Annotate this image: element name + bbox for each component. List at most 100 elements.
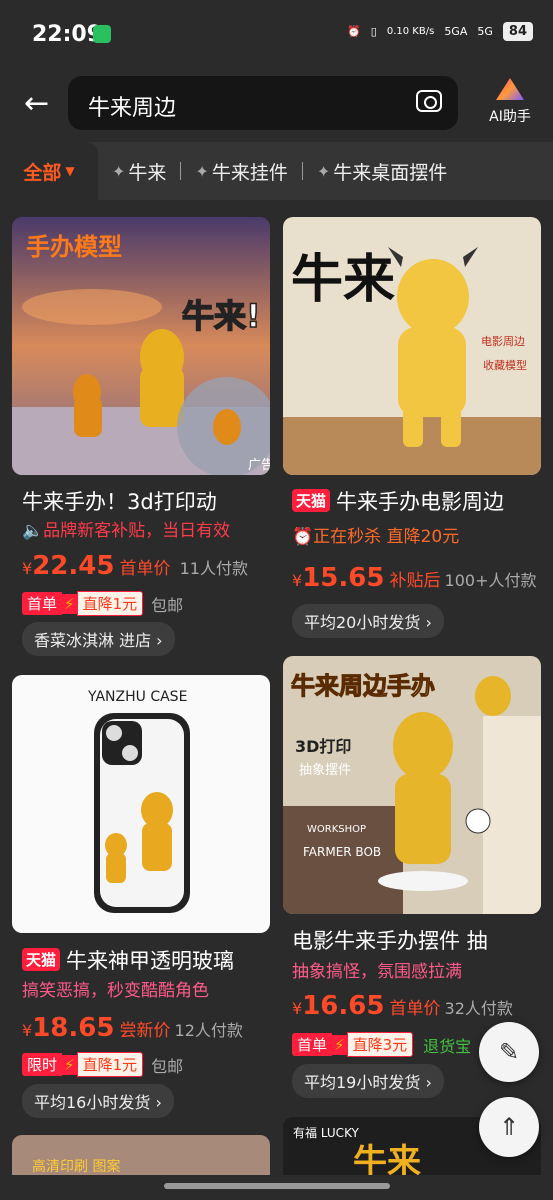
img3-text: YANZHU CASE [87, 689, 187, 705]
img4-tag2: 抽象摆件 [299, 763, 351, 778]
yen-symbol: ¥ [22, 1021, 33, 1040]
net-speed: 0.10 KB/s [386, 25, 435, 37]
price: 15.65 [302, 563, 385, 593]
product-image-4[interactable]: 牛来周边手办 3D打印 抽象摆件 WORKSHOP FARMER BOB [283, 656, 541, 914]
badges-4: 首单 ⚡ 直降3元 退货宝 [292, 1032, 471, 1057]
product-title-3[interactable]: 天猫 牛来神甲透明玻璃 [22, 945, 272, 975]
caret-down-icon: ▼ [65, 164, 75, 178]
product-image-3[interactable]: YANZHU CASE [12, 675, 270, 933]
sparkle-icon: ✦ [195, 161, 209, 181]
tab-label: 牛来挂件 [211, 161, 288, 184]
price-tag: 尝新价 [119, 1021, 171, 1041]
status-icons: ⏰ ▯ 0.10 KB/s 5GA 5G 84 [347, 22, 533, 41]
price-tag: 补贴后 [389, 571, 441, 591]
feedback-button[interactable]: ✎ [479, 1022, 539, 1082]
price: 16.65 [302, 991, 385, 1021]
tab-niulai-pendant[interactable]: ✦ 牛来挂件 [181, 158, 301, 185]
free-shipping: 包邮 [151, 595, 184, 615]
alarm-icon: ⏰ [347, 25, 361, 38]
product-title-text: 牛来神甲透明玻璃 [66, 949, 235, 973]
img5-text: 高清印刷 图案 [32, 1158, 120, 1175]
yen-symbol: ¥ [292, 999, 303, 1018]
product-title-4[interactable]: 电影牛来手办摆件 抽 [292, 925, 544, 955]
badge-first: 首单 [292, 1033, 333, 1056]
img1-text2: 牛来! [182, 297, 261, 335]
img2-text: 牛来 [291, 250, 395, 310]
shipping-time-pill[interactable]: 平均20小时发货 › [292, 604, 444, 638]
promo-text: 品牌新客补贴，当日有效 [43, 521, 231, 541]
badge-cut: 直降1元 [76, 591, 144, 616]
product-title-2[interactable]: 天猫 牛来手办电影周边 [292, 486, 544, 516]
ad-label: 广告 [248, 458, 270, 473]
product-title-1[interactable]: 牛来手办！3d打印动 [22, 486, 272, 516]
scroll-to-top-button[interactable]: ⇑ [479, 1097, 539, 1157]
tab-all-label: 全部 [23, 161, 62, 184]
img4-text: 牛来周边手办 [291, 672, 435, 700]
back-arrow-icon[interactable]: ← [24, 86, 49, 121]
badge-cut: 直降1元 [76, 1052, 144, 1077]
yen-symbol: ¥ [22, 559, 33, 578]
img1-text: 手办模型 [26, 233, 122, 261]
signal-5g: 5G [477, 25, 493, 38]
price-tag: 首单价 [119, 559, 171, 579]
product-promo-4: 抽象搞怪，氛围感拉满 [292, 962, 462, 982]
clock-icon: ⏰ [292, 527, 314, 547]
yen-symbol: ¥ [292, 571, 303, 590]
return-insurance: 退货宝 [423, 1036, 472, 1056]
tab-niulai[interactable]: ✦ 牛来 [98, 158, 180, 185]
search-query[interactable]: 牛来周边 [88, 90, 176, 122]
home-indicator[interactable] [164, 1183, 390, 1189]
product-image-1[interactable]: 手办模型 牛来! 广告 [12, 217, 270, 475]
product-promo-2: ⏰正在秒杀 直降20元 [292, 522, 459, 547]
speaker-icon: 🔈 [22, 521, 44, 541]
tab-all[interactable]: 全部 ▼ [0, 142, 98, 200]
bolt-icon: ⚡ [62, 593, 77, 614]
sparkle-icon: ✦ [112, 161, 126, 181]
ai-assistant-button[interactable]: AI助手 [480, 78, 540, 126]
free-shipping: 包邮 [151, 1056, 184, 1076]
badge-limited: 限时 [22, 1053, 63, 1076]
clock: 22:09 [32, 22, 103, 47]
badge-cut: 直降3元 [346, 1032, 414, 1057]
tab-niulai-desk[interactable]: ✦ 牛来桌面摆件 [303, 158, 461, 185]
status-bar: 22:09 ⏰ ▯ 0.10 KB/s 5GA 5G 84 [0, 0, 553, 70]
img2-tag2: 收藏模型 [483, 358, 527, 372]
badges-1: 首单 ⚡ 直降1元 包邮 [22, 591, 183, 616]
shop-link-pill[interactable]: 香菜冰淇淋 进店 › [22, 622, 175, 656]
vibrate-icon: ▯ [370, 25, 377, 38]
badge-first: 首单 [22, 592, 63, 615]
camera-icon[interactable] [416, 90, 442, 112]
sold-count: 100+人付款 [444, 571, 537, 590]
sold-count: 12人付款 [174, 1021, 243, 1040]
tab-label: 牛来 [128, 161, 167, 184]
price-tag: 首单价 [389, 999, 441, 1019]
img2-tag1: 电影周边 [481, 335, 525, 348]
search-box[interactable]: 牛来周边 [68, 76, 458, 130]
edit-note-icon: ✎ [498, 1038, 520, 1066]
shipping-time-pill[interactable]: 平均16小时发货 › [22, 1084, 174, 1118]
bolt-icon: ⚡ [332, 1034, 347, 1055]
sparkle-icon: ✦ [316, 161, 331, 181]
img4-sign: FARMER BOB [303, 845, 381, 859]
price-row-2: ¥15.65 补贴后 100+人付款 [292, 563, 536, 593]
ai-label: AI助手 [489, 109, 531, 125]
img4-sign2: WORKSHOP [307, 824, 366, 835]
price: 18.65 [32, 1013, 115, 1043]
price-row-4: ¥16.65 首单价 32人付款 [292, 991, 513, 1021]
sold-count: 32人付款 [444, 999, 513, 1018]
product-image-5[interactable]: 高清印刷 图案 [12, 1135, 270, 1175]
tmall-badge: 天猫 [22, 948, 61, 971]
img6-big: 牛来 [353, 1142, 421, 1175]
filter-tabs: 全部 ▼ ✦ 牛来 ✦ 牛来挂件 ✦ 牛来桌面摆件 [0, 142, 553, 200]
signal-5ga: 5GA [444, 25, 468, 38]
img4-tag1: 3D打印 [295, 737, 351, 756]
img6-text: 有福 LUCKY [293, 1125, 360, 1140]
price-row-1: ¥22.45 首单价 11人付款 [22, 551, 248, 581]
shipping-time-pill[interactable]: 平均19小时发货 › [292, 1064, 444, 1098]
sold-count: 11人付款 [179, 559, 248, 578]
product-image-2[interactable]: 牛来 电影周边 收藏模型 [283, 217, 541, 475]
promo-text: 正在秒杀 直降20元 [313, 527, 460, 547]
tmall-badge: 天猫 [292, 489, 331, 512]
product-promo-1: 🔈品牌新客补贴，当日有效 [22, 516, 230, 541]
back-to-top-icon: ⇑ [498, 1113, 520, 1141]
